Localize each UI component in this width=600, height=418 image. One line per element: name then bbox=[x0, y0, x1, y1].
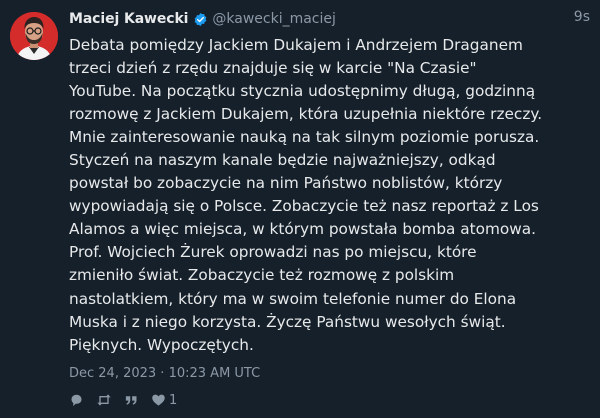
relative-time[interactable]: 9s bbox=[574, 9, 590, 25]
handle[interactable]: @kawecki_maciej bbox=[212, 11, 336, 27]
heart-icon bbox=[152, 394, 165, 406]
retweet-button[interactable] bbox=[96, 393, 112, 407]
quote-icon bbox=[125, 396, 137, 405]
tweet-actions: 1 bbox=[69, 392, 189, 408]
display-name[interactable]: Maciej Kawecki bbox=[69, 11, 188, 27]
like-count: 1 bbox=[169, 392, 178, 408]
tweet-header: Maciej Kawecki @kawecki_maciej 9s bbox=[69, 9, 590, 29]
tweet-timestamp[interactable]: Dec 24, 2023 · 10:23 AM UTC bbox=[69, 366, 260, 381]
verified-badge-icon bbox=[193, 12, 208, 27]
tweet-card: Maciej Kawecki @kawecki_maciej 9s Debata… bbox=[0, 0, 600, 418]
reply-button[interactable] bbox=[69, 393, 84, 407]
retweet-icon bbox=[97, 394, 111, 406]
quote-button[interactable] bbox=[124, 393, 139, 407]
reply-icon bbox=[71, 394, 82, 406]
like-button[interactable]: 1 bbox=[151, 393, 177, 408]
avatar[interactable] bbox=[10, 12, 58, 60]
avatar-photo-icon bbox=[10, 12, 58, 60]
tweet-text: Debata pomiędzy Jackiem Dukajem i Andrze… bbox=[69, 36, 543, 354]
